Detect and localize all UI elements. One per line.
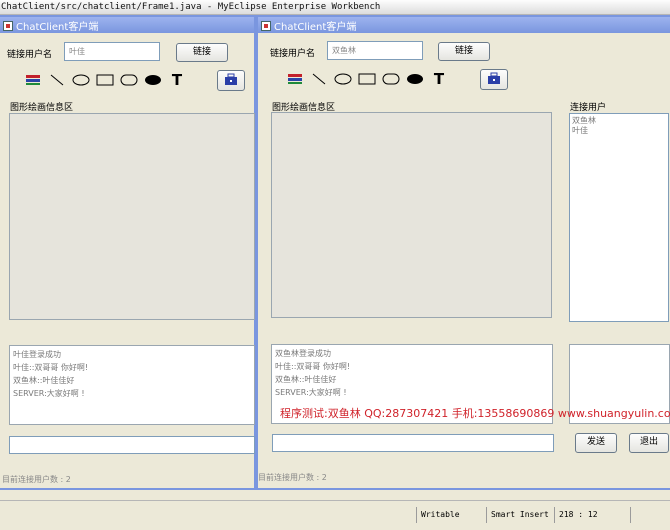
user-item[interactable]: 双鱼林	[572, 116, 666, 126]
drawing-toolbar: T	[286, 70, 448, 88]
connected-count-status: 目前连接用户数 : 2	[258, 473, 327, 482]
rounded-rect-icon[interactable]	[382, 71, 400, 87]
connect-button[interactable]: 链接	[438, 42, 490, 61]
status-extra	[630, 507, 670, 523]
status-insert-mode: Smart Insert	[486, 507, 552, 523]
rectangle-icon[interactable]	[96, 72, 114, 88]
chat-log: 叶佳登录成功 叶佳::双哥哥 你好啊! 双鱼林::叶佳佳好 SERVER:大家好…	[9, 345, 255, 425]
java-app-icon	[261, 20, 271, 31]
oval-icon[interactable]	[72, 72, 90, 88]
drawing-canvas[interactable]	[9, 113, 255, 320]
line-icon[interactable]	[48, 72, 66, 88]
log-line: SERVER:大家好啊 !	[275, 388, 347, 397]
user-item[interactable]: 叶佳	[572, 126, 666, 136]
rounded-rect-icon[interactable]	[120, 72, 138, 88]
connect-button[interactable]: 链接	[176, 43, 228, 62]
window-title: ChatClient客户端	[274, 22, 357, 33]
log-line: 双鱼林::叶佳佳好	[275, 375, 337, 384]
oval-icon[interactable]	[334, 71, 352, 87]
status-writable: Writable	[416, 507, 486, 523]
canvas-label: 图形绘画信息区	[10, 103, 74, 113]
text-icon[interactable]: T	[430, 70, 448, 88]
log-line: 叶佳::双哥哥 你好啊!	[275, 362, 351, 371]
log-line: SERVER:大家好啊 !	[13, 389, 85, 398]
message-input[interactable]	[272, 434, 554, 452]
send-button[interactable]: 发送	[575, 433, 617, 453]
connected-users-list[interactable]: 双鱼林 叶佳	[569, 113, 669, 322]
line-icon[interactable]	[310, 71, 328, 87]
eclipse-status-bar: Writable Smart Insert 218 : 12	[0, 500, 670, 530]
exit-button[interactable]: 退出	[629, 433, 669, 453]
log-line: 叶佳::双哥哥 你好啊!	[13, 363, 89, 372]
toolbox-button[interactable]	[480, 69, 508, 90]
java-app-icon	[3, 20, 13, 31]
username-label: 链接用户名	[270, 49, 316, 59]
window-title: ChatClient客户端	[16, 22, 99, 33]
log-line: 双鱼林::叶佳佳好	[13, 376, 75, 385]
log-line: 双鱼林登录成功	[275, 349, 331, 358]
window-title-bar[interactable]: ChatClient客户端	[258, 17, 670, 33]
filled-oval-icon[interactable]	[406, 71, 424, 87]
username-field[interactable]: 叶佳	[64, 42, 160, 61]
text-icon[interactable]: T	[168, 71, 186, 89]
toolbox-icon	[488, 72, 500, 84]
status-cursor-position: 218 : 12	[554, 507, 630, 523]
color-bars-icon[interactable]	[24, 72, 42, 88]
watermark-text: 程序测试:双鱼林 QQ:287307421 手机:13558690869 www…	[280, 407, 670, 420]
eclipse-window-title: ChatClient/src/chatclient/Frame1.java - …	[0, 0, 670, 15]
toolbox-icon	[225, 73, 237, 85]
message-input[interactable]	[9, 436, 255, 454]
log-line: 叶佳登录成功	[13, 350, 61, 359]
toolbox-button[interactable]	[217, 70, 245, 91]
username-label: 链接用户名	[7, 50, 53, 60]
color-bars-icon[interactable]	[286, 71, 304, 87]
filled-oval-icon[interactable]	[144, 72, 162, 88]
connected-count-status: 目前连接用户数 : 2	[2, 475, 71, 484]
rectangle-icon[interactable]	[358, 71, 376, 87]
window-title-bar[interactable]: ChatClient客户端	[0, 17, 254, 33]
username-field[interactable]: 双鱼林	[327, 41, 423, 60]
drawing-canvas[interactable]	[271, 112, 552, 318]
drawing-toolbar: T	[24, 71, 186, 89]
connected-users-label: 连接用户	[570, 103, 607, 113]
